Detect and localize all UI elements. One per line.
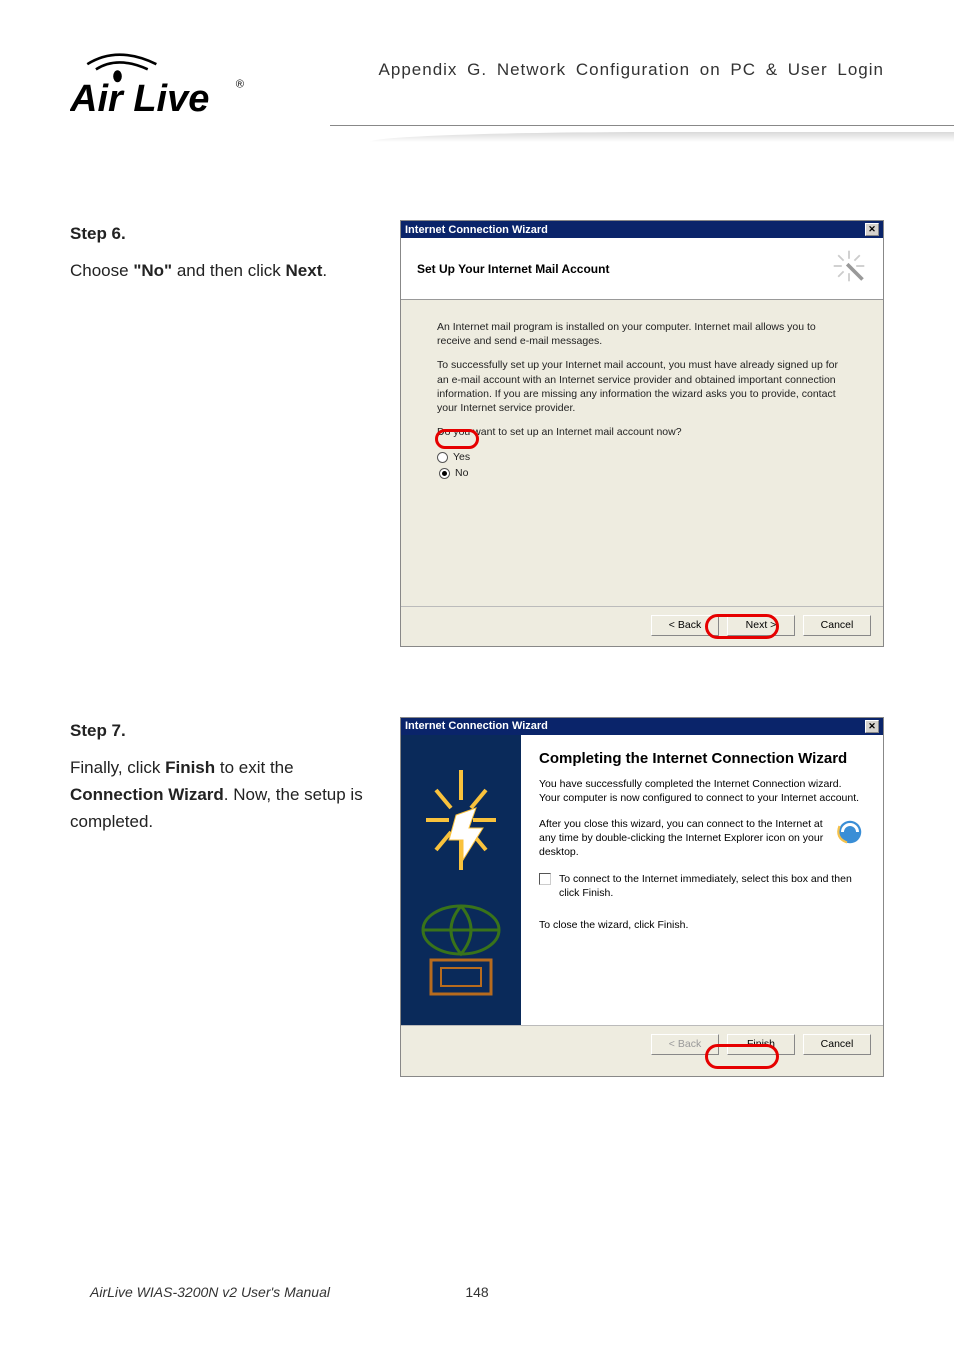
dialog1-title-text: Internet Connection Wizard <box>405 224 548 236</box>
step6-text: Step 6. Choose "No" and then click Next. <box>70 220 370 284</box>
finish-button[interactable]: Finish <box>727 1034 795 1055</box>
svg-text:®: ® <box>236 78 245 90</box>
airlive-logo: Air Live ® <box>70 40 260 127</box>
radio-icon <box>437 452 448 463</box>
dialog2: Internet Connection Wizard ✕ <box>400 717 884 1077</box>
back-button: < Back <box>651 1034 719 1055</box>
dialog1-para2: To successfully set up your Internet mai… <box>437 358 847 415</box>
radio-no[interactable]: No <box>437 465 474 481</box>
step7-text: Step 7. Finally, click Finish to exit th… <box>70 717 370 836</box>
page-footer: AirLive WIAS-3200N v2 User's Manual 148 <box>90 1284 864 1300</box>
step7-label: Step 7. <box>70 717 370 744</box>
dialog2-para3: To close the wizard, click Finish. <box>539 918 865 932</box>
internet-explorer-icon <box>835 817 865 847</box>
close-icon[interactable]: ✕ <box>865 223 879 236</box>
page-number: 148 <box>465 1284 488 1300</box>
dialog2-heading: Completing the Internet Connection Wizar… <box>539 749 865 769</box>
cancel-button[interactable]: Cancel <box>803 1034 871 1055</box>
svg-text:Air Live: Air Live <box>70 78 209 120</box>
connect-now-checkbox[interactable]: To connect to the Internet immediately, … <box>539 872 865 900</box>
dialog1-heading: Set Up Your Internet Mail Account <box>417 262 609 276</box>
dialog1-titlebar: Internet Connection Wizard ✕ <box>401 221 883 238</box>
footer-manual-title: AirLive WIAS-3200N v2 User's Manual <box>90 1284 330 1300</box>
cancel-button[interactable]: Cancel <box>803 615 871 636</box>
appendix-title: Appendix G. Network Configuration on PC … <box>379 60 884 80</box>
wand-icon <box>831 248 867 289</box>
dialog2-para1: You have successfully completed the Inte… <box>539 777 865 805</box>
back-button[interactable]: < Back <box>651 615 719 636</box>
dialog1-para1: An Internet mail program is installed on… <box>437 320 847 348</box>
dialog2-para2: After you close this wizard, you can con… <box>539 817 825 860</box>
wizard-side-graphic <box>401 735 521 1025</box>
radio-yes[interactable]: Yes <box>437 449 847 465</box>
dialog1-question: Do you want to set up an Internet mail a… <box>437 425 847 439</box>
dialog1: Internet Connection Wizard ✕ Set Up Your… <box>400 220 884 647</box>
checkbox-icon <box>539 873 551 885</box>
header-divider <box>0 125 954 142</box>
dialog2-titlebar: Internet Connection Wizard ✕ <box>401 718 883 735</box>
radio-icon <box>439 468 450 479</box>
step6-label: Step 6. <box>70 220 370 247</box>
close-icon[interactable]: ✕ <box>865 720 879 733</box>
next-button[interactable]: Next > <box>727 615 795 636</box>
dialog2-title-text: Internet Connection Wizard <box>405 720 548 732</box>
